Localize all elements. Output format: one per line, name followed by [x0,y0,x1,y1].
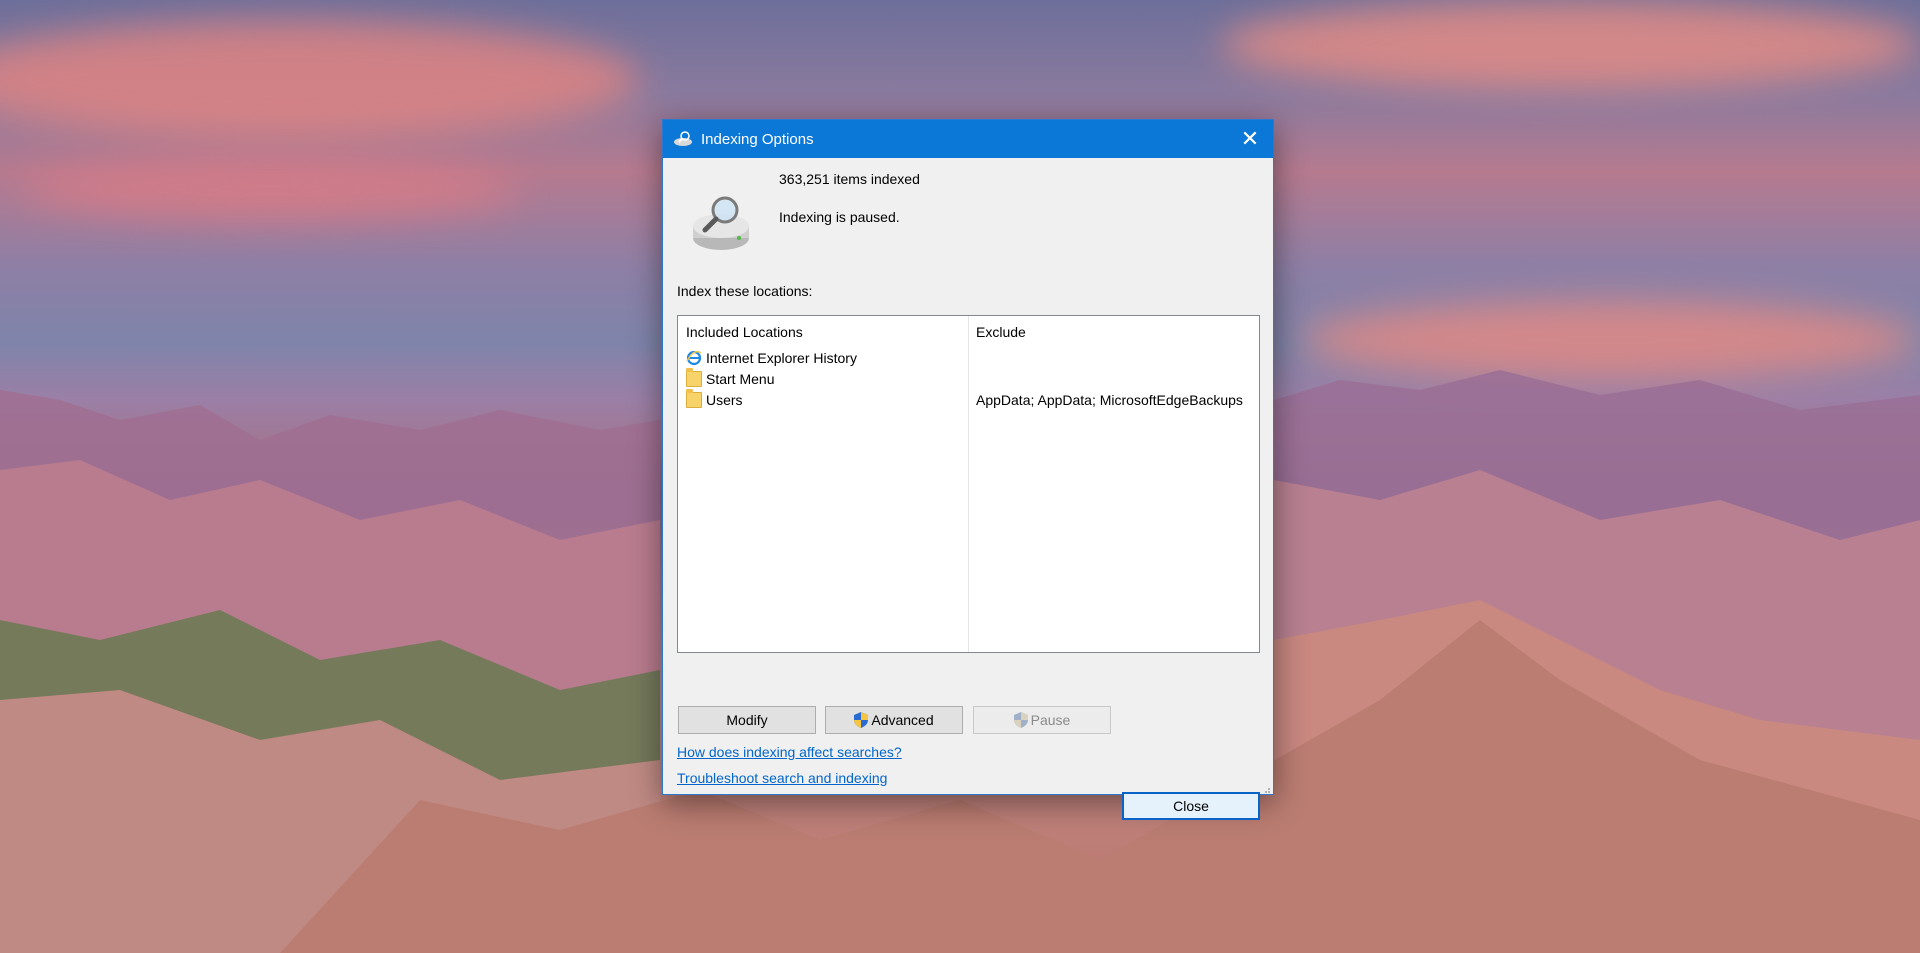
folder-icon [686,368,702,387]
close-icon: ✕ [1240,126,1260,151]
folder-icon [686,389,702,408]
modify-button[interactable]: Modify [678,706,816,734]
index-locations-label: Index these locations: [677,283,813,299]
dialog-content: 363,251 items indexed Indexing is paused… [663,158,1273,820]
advanced-label: Advanced [871,712,934,728]
column-header-exclude[interactable]: Exclude [976,324,1026,340]
indexing-options-icon [674,131,692,146]
location-name: Users [706,392,743,408]
title-close-button[interactable]: ✕ [1227,120,1273,158]
indexing-affect-searches-link[interactable]: How does indexing affect searches? [677,744,902,760]
modify-label: Modify [726,712,768,728]
close-button[interactable]: Close [1122,792,1260,820]
list-item[interactable]: Users [686,389,743,410]
resize-grip-icon[interactable] [1261,784,1271,794]
uac-shield-icon [854,712,869,728]
items-indexed-count: 363,251 items indexed [779,171,920,187]
exclude-value: AppData; AppData; MicrosoftEdgeBackups [976,392,1243,408]
locations-list[interactable]: Included Locations Exclude Internet Expl… [677,315,1260,653]
column-divider[interactable] [968,316,969,652]
internet-explorer-icon [686,350,702,366]
dialog-title: Indexing Options [701,130,814,148]
advanced-button[interactable]: Advanced [825,706,963,734]
uac-shield-icon [1013,712,1028,728]
pause-button[interactable]: Pause [973,706,1111,734]
indexing-status: Indexing is paused. [779,209,900,225]
title-bar[interactable]: Indexing Options ✕ [663,120,1273,158]
indexing-options-dialog: Indexing Options ✕ 363,251 items indexed… [662,119,1274,820]
location-name: Start Menu [706,371,775,387]
list-item[interactable]: Start Menu [686,368,775,389]
pause-label: Pause [1030,712,1071,728]
troubleshoot-link[interactable]: Troubleshoot search and indexing [677,770,887,786]
list-item[interactable]: Internet Explorer History [686,348,857,368]
indexing-drive-icon [693,196,749,250]
column-header-included[interactable]: Included Locations [686,324,803,340]
close-label: Close [1173,798,1209,814]
location-name: Internet Explorer History [706,350,857,366]
